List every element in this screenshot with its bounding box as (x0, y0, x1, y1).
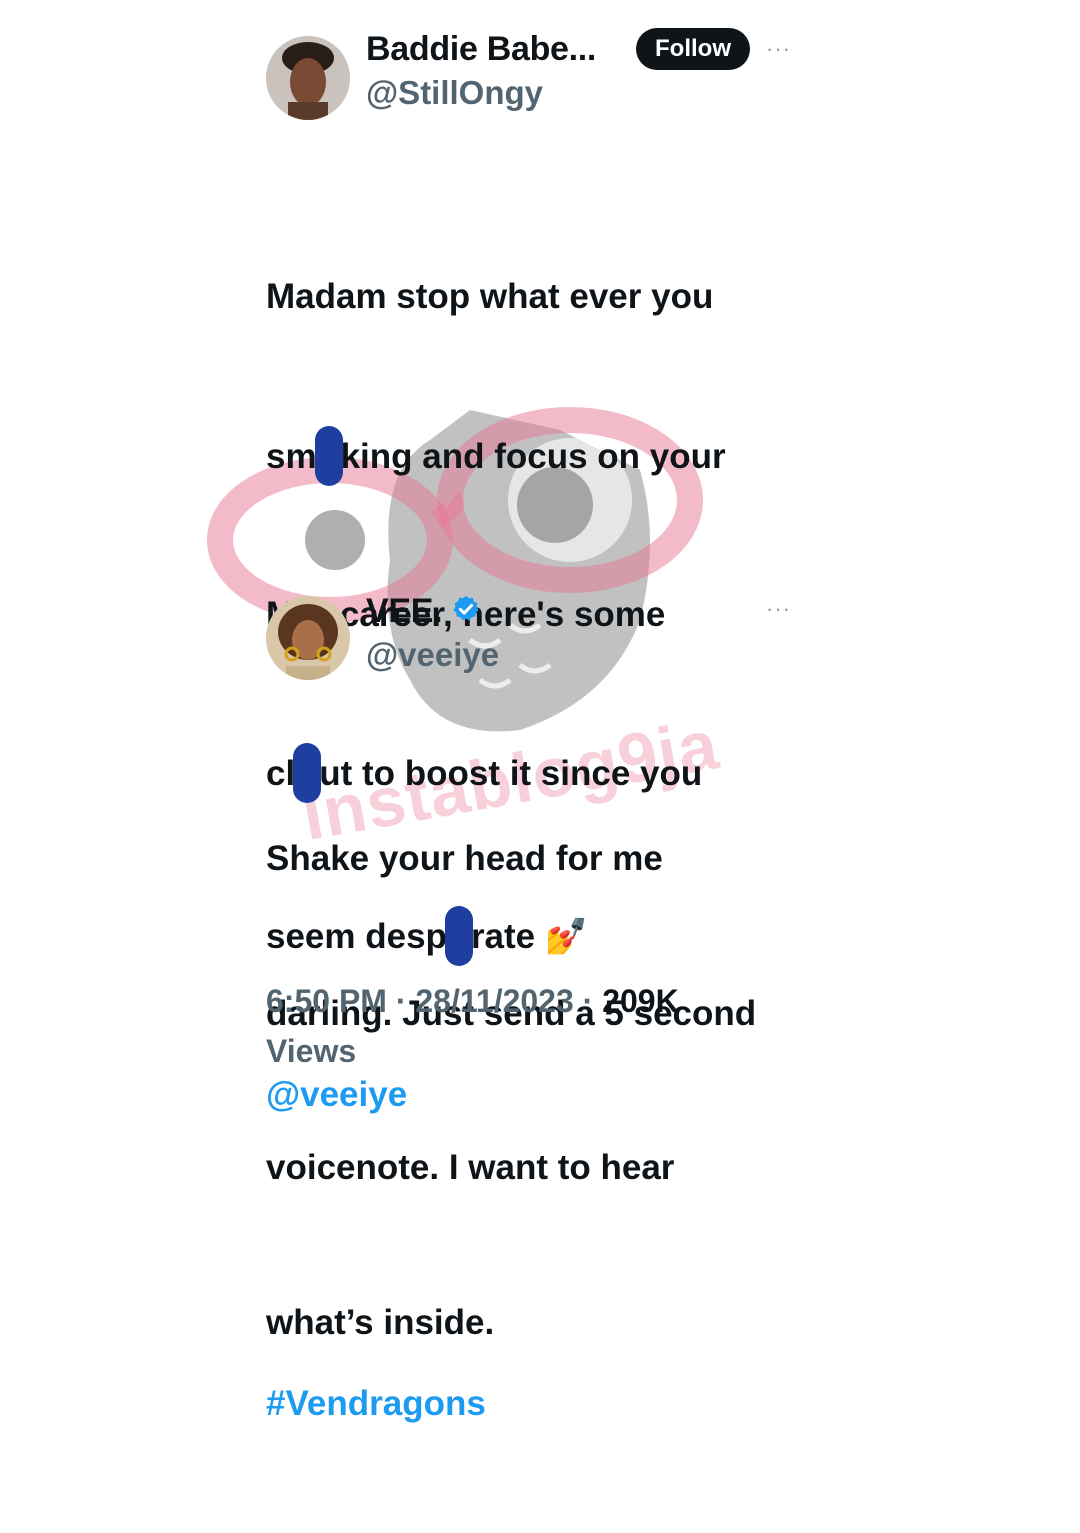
tweet-date[interactable]: 28/11/2023 (415, 983, 573, 1019)
verified-badge-icon (451, 594, 481, 633)
quoted-author-handle[interactable]: @veeiye (366, 636, 499, 674)
avatar-baddie-babe[interactable] (266, 36, 350, 120)
tweet-screenshot: Baddie Babe... @StillOngy Follow ··· Mad… (0, 0, 1080, 1423)
author-handle[interactable]: @StillOngy (366, 74, 543, 112)
separator: · (395, 983, 407, 1019)
tweet-line: what’s inside. (266, 1302, 495, 1342)
tweet-meta: 6:50 PM · 28/11/2023 · 209K Views (266, 976, 679, 1076)
tweet-line: sm king and focus on your (266, 425, 726, 486)
tweet-line: Shake your head for me (266, 839, 663, 878)
meta-line: 6:50 PM · 28/11/2023 · 209K (266, 976, 679, 1026)
more-icon[interactable]: ··· (766, 36, 791, 62)
views-count[interactable]: 209K (602, 983, 679, 1019)
avatar-image (266, 596, 350, 680)
avatar-image (266, 36, 350, 120)
redaction-mark (314, 425, 343, 486)
tweet-line: Madam stop what ever you (266, 277, 714, 316)
tweet-line: voicenote. I want to hear (266, 1148, 675, 1187)
tweet-time[interactable]: 6:50 PM (266, 983, 387, 1019)
follow-button[interactable]: Follow (636, 28, 750, 70)
quoted-author-name[interactable]: VEE. (366, 592, 443, 630)
views-label: Views (266, 1033, 357, 1069)
author-name[interactable]: Baddie Babe... (366, 30, 596, 69)
quoted-author-name-row: VEE. (366, 592, 481, 633)
separator: · (582, 983, 594, 1019)
quoted-tweet-body: Shake your head for me darling. Just sen… (266, 730, 756, 1451)
avatar-vee[interactable] (266, 596, 350, 680)
more-icon[interactable]: ··· (766, 596, 791, 622)
